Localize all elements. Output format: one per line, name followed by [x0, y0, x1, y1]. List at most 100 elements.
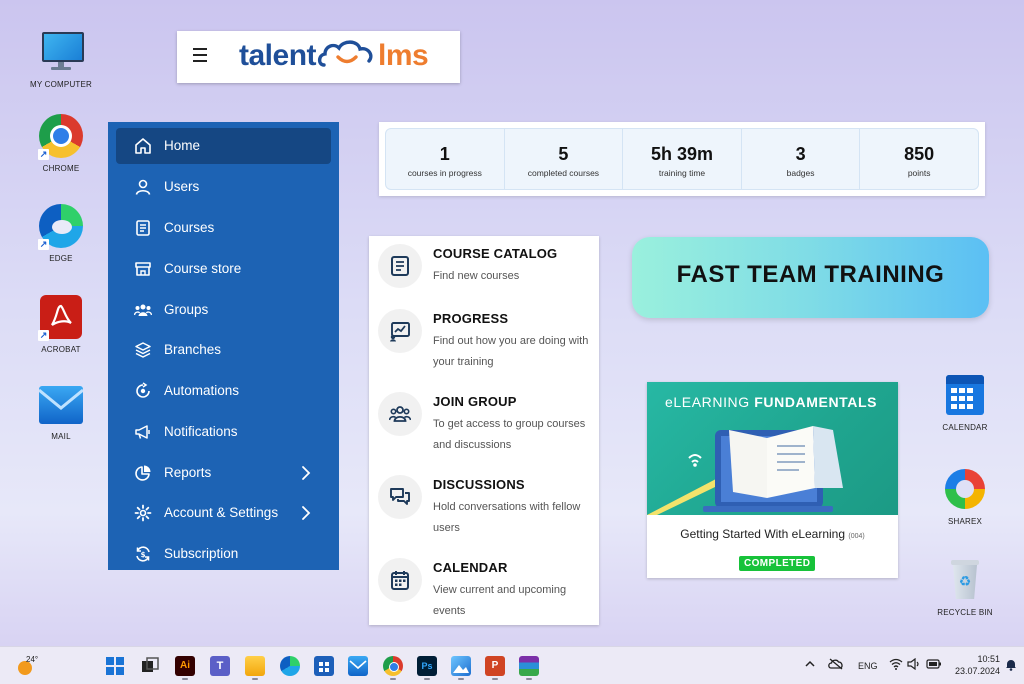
sidebar-item-label: Automations — [164, 383, 240, 398]
menu-item-desc: Find new courses — [433, 270, 520, 282]
desktop-icon-label: ACROBAT — [41, 345, 81, 354]
sidebar-item-label: Reports — [164, 465, 212, 480]
desktop-icon-label: EDGE — [49, 254, 73, 263]
onedrive-off-icon[interactable] — [828, 658, 844, 672]
edge-icon[interactable] — [280, 656, 300, 676]
wifi-icon[interactable] — [889, 658, 903, 672]
sidebar-item-label: Home — [164, 138, 201, 153]
recycle-bin-icon: ♻ — [942, 558, 988, 604]
volume-icon[interactable] — [907, 657, 921, 672]
talentlms-logo[interactable]: talent lms — [239, 39, 429, 73]
stat-badges[interactable]: 3 badges — [742, 129, 861, 189]
notification-bell-icon[interactable] — [1005, 658, 1017, 673]
menu-item-title: COURSE CATALOG — [433, 246, 558, 261]
fast-team-training-banner[interactable]: FAST TEAM TRAINING — [632, 237, 989, 318]
stat-training-time[interactable]: 5h 39m training time — [623, 129, 742, 189]
stats-panel: 1 courses in progress 5 completed courses … — [379, 122, 985, 196]
clock[interactable]: 10:51 23.07.2024 — [950, 653, 1000, 677]
desktop-icon-chrome[interactable]: ↗ CHROME — [21, 114, 101, 173]
menu-item-title: JOIN GROUP — [433, 394, 517, 409]
sidebar-item-home[interactable]: Home — [116, 128, 331, 164]
stat-value: 850 — [904, 144, 935, 164]
sidebar-item-label: Account & Settings — [164, 505, 279, 520]
desktop-icon-label: CHROME — [42, 164, 80, 173]
illustrator-icon[interactable]: Ai — [175, 656, 195, 676]
menu-item-desc: Hold conversations with fellow users — [433, 501, 581, 534]
sidebar-item-label: Subscription — [164, 546, 239, 561]
sidebar-item-automations[interactable]: Automations — [116, 373, 331, 409]
stat-value: 3 — [795, 144, 806, 164]
sidebar-item-account-settings[interactable]: Account & Settings — [116, 495, 331, 531]
weather-temp: 24° — [26, 655, 39, 664]
photoshop-icon[interactable]: Ps — [417, 656, 437, 676]
chrome-icon: ↗ — [38, 114, 84, 160]
task-view-icon[interactable] — [140, 656, 160, 676]
sidebar-item-reports[interactable]: Reports — [116, 455, 331, 491]
logo-bar: talent lms — [177, 31, 460, 83]
user-icon — [135, 179, 151, 195]
desktop-icon-my-computer[interactable]: MY COMPUTER — [21, 30, 101, 89]
sidebar-item-notifications[interactable]: Notifications — [116, 414, 331, 450]
sidebar-item-label: Users — [164, 179, 200, 194]
teams-icon[interactable]: T — [210, 656, 230, 676]
store-icon[interactable] — [314, 656, 334, 676]
desktop-icon-edge[interactable]: ↗ EDGE — [21, 204, 101, 263]
stat-label: points — [907, 168, 931, 178]
desktop-icon-acrobat[interactable]: ↗ ACROBAT — [21, 295, 101, 354]
mail-icon — [38, 382, 84, 428]
stat-label: training time — [658, 168, 706, 178]
course-card[interactable]: eLEARNING FUNDAMENTALS Getting Started W… — [647, 382, 898, 578]
course-title: Getting Started With eLearning (004) — [647, 527, 898, 541]
chevron-up-icon[interactable] — [804, 658, 816, 672]
sidebar-item-branches[interactable]: Branches — [116, 332, 331, 368]
stat-label: courses in progress — [407, 168, 482, 178]
desktop-icon-label: MAIL — [51, 432, 71, 441]
sidebar-item-groups[interactable]: Groups — [116, 292, 331, 328]
language-indicator[interactable]: ENG — [858, 661, 878, 671]
stat-courses-in-progress[interactable]: 1 courses in progress — [386, 129, 505, 189]
sidebar-item-users[interactable]: Users — [116, 169, 331, 205]
battery-icon[interactable] — [926, 659, 942, 671]
calendar-icon — [391, 571, 409, 590]
course-thumbnail: eLEARNING FUNDAMENTALS — [647, 382, 898, 515]
sidebar-item-label: Course store — [164, 261, 242, 276]
course-title-text: Getting Started With eLearning — [680, 527, 846, 541]
desktop-icon-sharex[interactable]: SHAREX — [925, 467, 1005, 526]
chevron-right-icon[interactable] — [299, 504, 313, 522]
sidebar-item-subscription[interactable]: $ Subscription — [116, 536, 331, 572]
chevron-right-icon[interactable] — [299, 464, 313, 482]
start-icon[interactable] — [105, 656, 125, 676]
catalog-icon — [391, 256, 409, 276]
stat-value: 5h 39m — [650, 144, 713, 164]
chrome-icon[interactable] — [383, 656, 403, 676]
sidebar-item-courses[interactable]: Courses — [116, 210, 331, 246]
gear-icon — [134, 504, 152, 522]
edge-icon: ↗ — [38, 204, 84, 250]
mail-icon[interactable] — [348, 656, 368, 676]
sidebar-item-label: Groups — [164, 302, 209, 317]
stat-completed-courses[interactable]: 5 completed courses — [505, 129, 624, 189]
sidebar-item-label: Notifications — [164, 424, 238, 439]
powerpoint-icon[interactable]: P — [485, 656, 505, 676]
file-explorer-icon[interactable] — [245, 656, 265, 676]
subscription-icon: $ — [136, 546, 150, 562]
desktop-icon-mail[interactable]: MAIL — [21, 382, 101, 441]
taskbar: 24° Ai T Ps P ENG 10:51 23.07.2024 — [0, 646, 1024, 684]
menu-item-desc: To get access to group courses and discu… — [433, 418, 586, 451]
menu-item-desc: Find out how you are doing with your tra… — [433, 335, 589, 368]
join-group-icon — [389, 406, 411, 422]
stat-points[interactable]: 850 points — [860, 129, 978, 189]
hamburger-menu-icon[interactable] — [193, 48, 207, 66]
stat-value: 1 — [439, 144, 450, 164]
megaphone-icon — [135, 425, 150, 439]
stat-value: 5 — [558, 144, 569, 164]
sidebar-item-course-store[interactable]: Course store — [116, 251, 331, 287]
calendar-icon — [942, 373, 988, 419]
desktop-icon-label: RECYCLE BIN — [937, 608, 993, 617]
desktop-icon-calendar[interactable]: CALENDAR — [925, 373, 1005, 432]
sidebar-item-label: Courses — [164, 220, 215, 235]
photos-icon[interactable] — [451, 656, 471, 676]
desktop-icon-recycle-bin[interactable]: ♻ RECYCLE BIN — [925, 558, 1005, 617]
weather-widget[interactable]: 24° — [16, 655, 56, 677]
winrar-icon[interactable] — [519, 656, 539, 676]
